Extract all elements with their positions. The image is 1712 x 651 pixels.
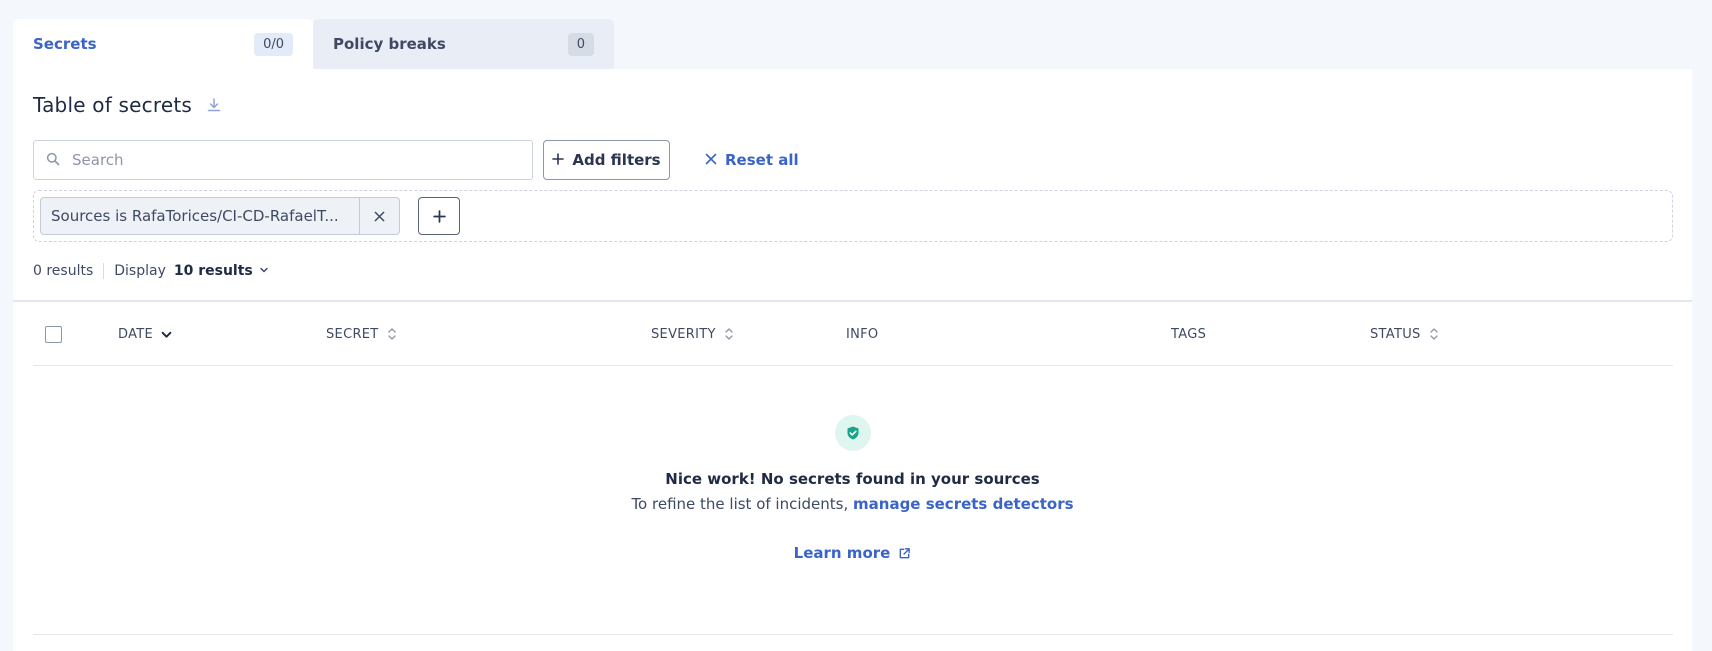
empty-state-subtitle: To refine the list of incidents, manage … <box>13 495 1692 513</box>
results-count: 0 results <box>33 263 105 279</box>
select-all-checkbox[interactable] <box>45 326 62 343</box>
display-label: Display <box>114 263 166 279</box>
tab-secrets-count: 0/0 <box>254 32 293 56</box>
reset-all-button[interactable]: Reset all <box>705 140 799 180</box>
active-filters: Sources is RafaTorices/CI-CD-RafaelT... <box>33 190 1673 242</box>
tab-secrets-label: Secrets <box>33 35 97 53</box>
column-label: INFO <box>846 326 879 342</box>
sort-descending-icon[interactable] <box>161 329 172 340</box>
filter-chip-label: Sources is RafaTorices/CI-CD-RafaelT... <box>51 207 339 225</box>
external-link-icon <box>899 547 911 558</box>
empty-state-subtitle-text: To refine the list of incidents, <box>631 495 849 513</box>
empty-state: Nice work! No secrets found in your sour… <box>13 366 1692 636</box>
close-icon <box>705 151 717 169</box>
column-label: DATE <box>118 326 154 342</box>
table-header: DATE SECRET SEVERITY INFO TAGS STATUS <box>33 302 1673 366</box>
column-label: SEVERITY <box>651 326 716 342</box>
add-filter-chip-button[interactable] <box>418 197 460 235</box>
tab-policy-breaks-count: 0 <box>567 32 594 56</box>
sort-icon[interactable] <box>724 326 734 342</box>
plus-icon <box>552 151 565 169</box>
column-header-tags: TAGS <box>1171 302 1206 366</box>
manage-secrets-detectors-link[interactable]: manage secrets detectors <box>853 495 1074 513</box>
secrets-panel: Table of secrets Add filters Reset all <box>13 69 1692 651</box>
filter-chip-remove-button[interactable] <box>359 198 399 234</box>
display-select[interactable]: 10 results <box>174 263 253 279</box>
plus-icon <box>432 209 446 223</box>
title-row: Table of secrets <box>33 93 222 117</box>
search-input[interactable] <box>72 151 512 169</box>
column-header-status[interactable]: STATUS <box>1370 302 1439 366</box>
sort-icon[interactable] <box>387 326 397 342</box>
column-header-info: INFO <box>846 302 878 366</box>
tab-policy-breaks[interactable]: Policy breaks 0 <box>313 19 614 69</box>
page-title: Table of secrets <box>33 93 192 117</box>
column-label: STATUS <box>1370 326 1421 342</box>
results-bar: 0 results Display 10 results <box>33 263 269 279</box>
add-filters-button[interactable]: Add filters <box>543 140 670 180</box>
tab-bar: Secrets 0/0 Policy breaks 0 <box>13 19 614 69</box>
search-icon <box>46 151 60 170</box>
learn-more-label: Learn more <box>793 544 891 562</box>
add-filters-label: Add filters <box>572 151 661 169</box>
column-label: SECRET <box>326 326 379 342</box>
tab-secrets[interactable]: Secrets 0/0 <box>13 19 313 69</box>
tab-policy-breaks-label: Policy breaks <box>333 35 446 53</box>
chevron-down-icon[interactable] <box>259 263 269 279</box>
column-header-severity[interactable]: SEVERITY <box>651 302 734 366</box>
shield-check-icon <box>835 415 871 451</box>
column-header-secret[interactable]: SECRET <box>326 302 397 366</box>
download-icon[interactable] <box>206 97 222 113</box>
learn-more-row: Learn more <box>13 544 1692 562</box>
empty-state-title: Nice work! No secrets found in your sour… <box>665 470 1040 488</box>
learn-more-link[interactable]: Learn more <box>794 544 912 562</box>
reset-all-label: Reset all <box>725 151 799 169</box>
close-icon <box>374 211 385 221</box>
divider <box>33 634 1673 635</box>
filter-chip[interactable]: Sources is RafaTorices/CI-CD-RafaelT... <box>40 197 400 235</box>
search-field[interactable] <box>33 140 533 180</box>
column-header-date[interactable]: DATE <box>118 302 172 366</box>
sort-icon[interactable] <box>1429 326 1439 342</box>
column-label: TAGS <box>1171 326 1207 342</box>
